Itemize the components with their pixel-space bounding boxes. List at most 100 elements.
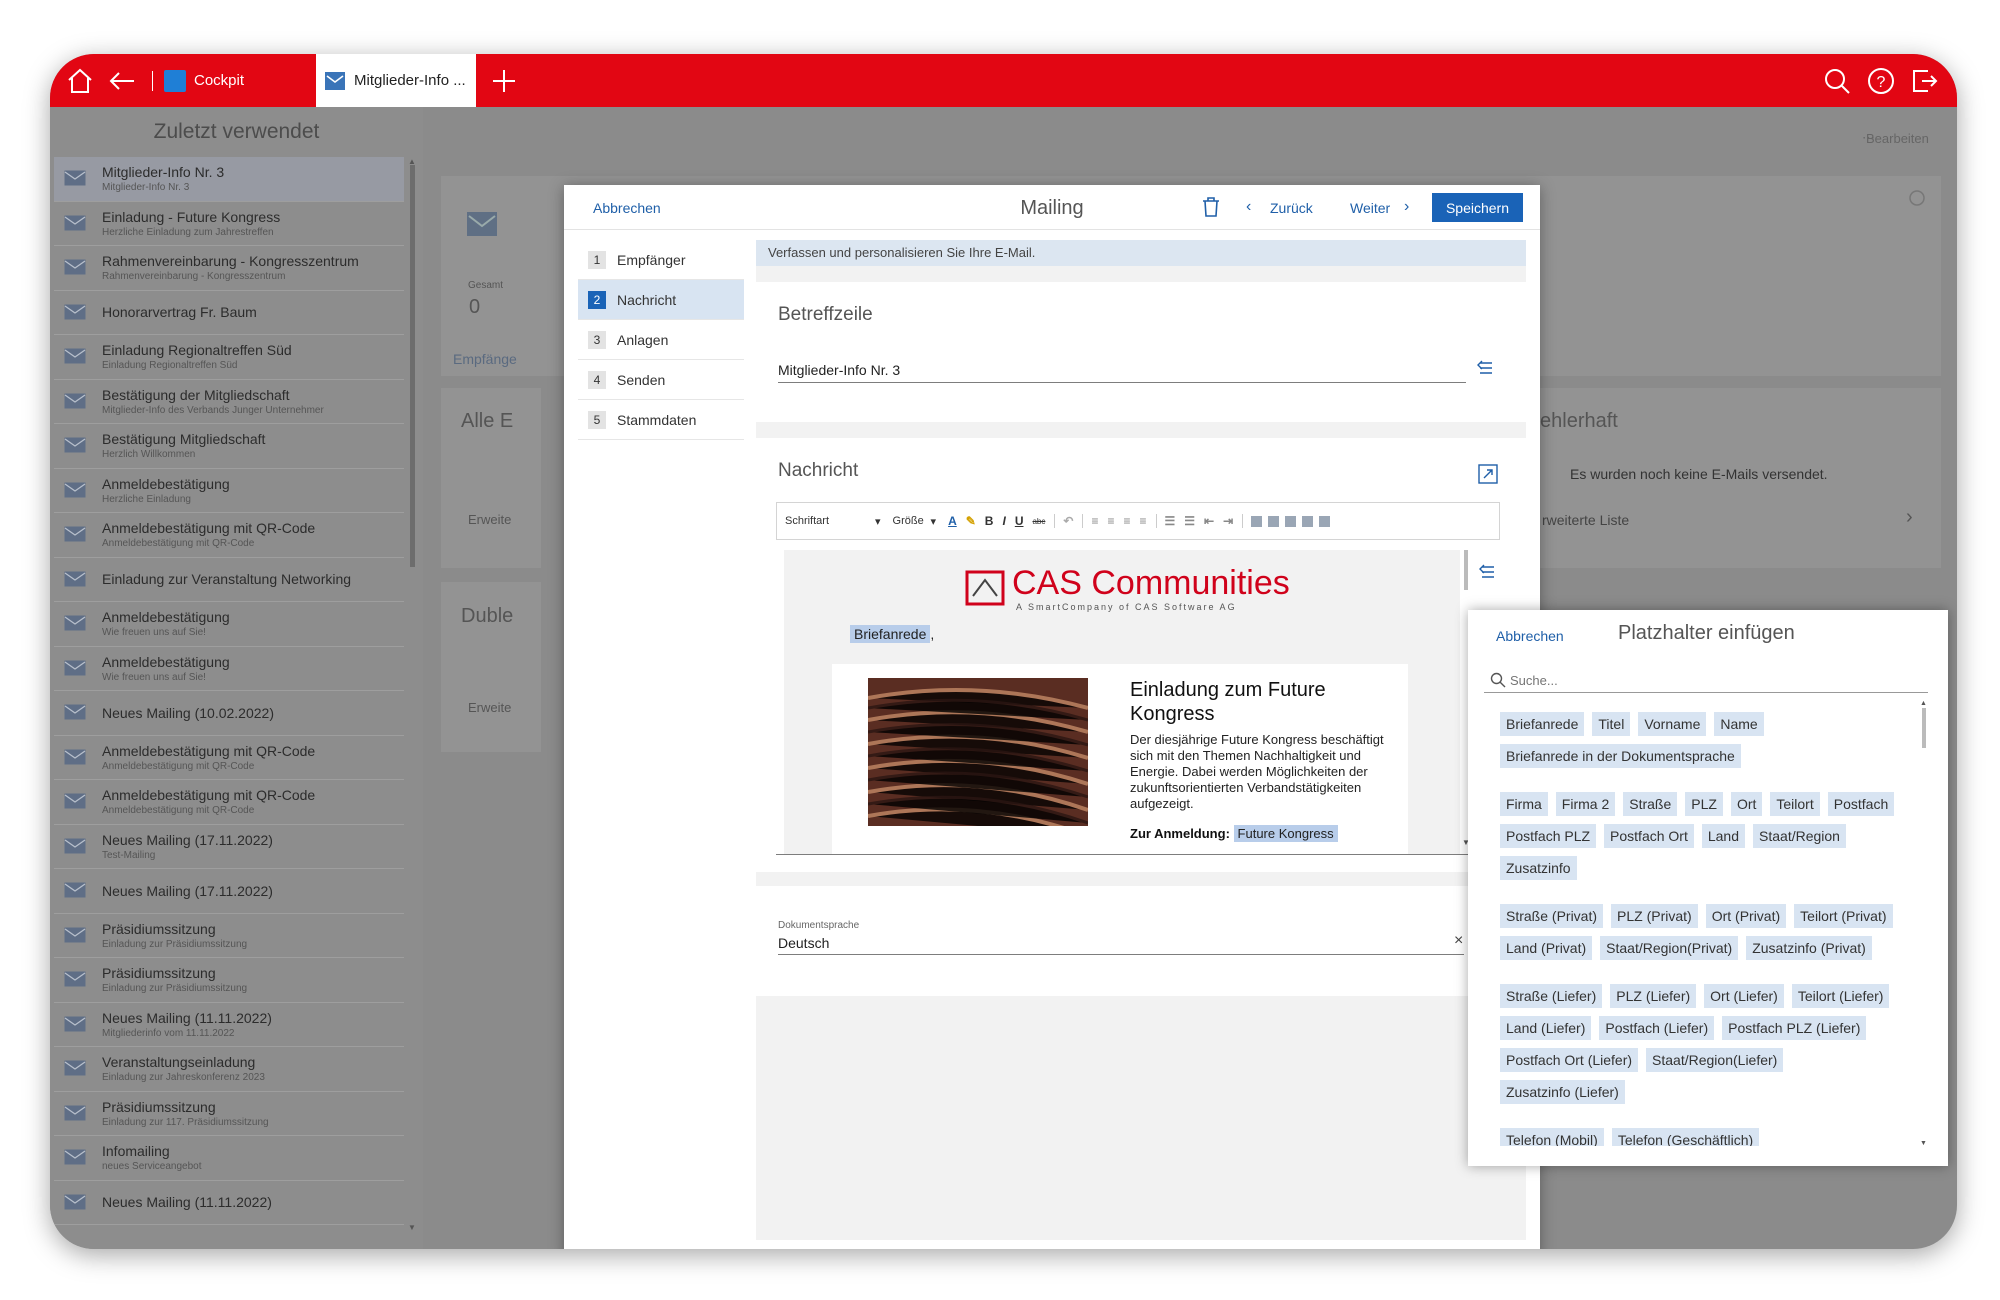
placeholder-chip[interactable]: Ort (Liefer) <box>1704 984 1784 1008</box>
recent-list-item[interactable]: Anmeldebestätigung mit QR-Code Anmeldebes… <box>54 513 404 558</box>
recent-list-item[interactable]: Neues Mailing (11.11.2022) Mitgliederinfo… <box>54 1003 404 1047</box>
background-card-link[interactable]: Erweite <box>468 512 511 527</box>
recent-list-item[interactable]: Anmeldebestätigung mit QR-Code Anmeldebes… <box>54 736 404 780</box>
logout-icon[interactable] <box>1910 67 1938 95</box>
recent-list-item[interactable]: Neues Mailing (17.11.2022) <box>54 869 404 914</box>
link-icon[interactable] <box>1251 515 1263 527</box>
placeholder-chip[interactable]: Postfach PLZ <box>1500 824 1597 848</box>
step-2[interactable]: 2 Nachricht <box>578 280 744 320</box>
recent-list-item[interactable]: Bestätigung Mitgliedschaft Herzlich Willk… <box>54 424 404 469</box>
insert-placeholder-icon[interactable] <box>1476 360 1494 376</box>
placeholder-chip[interactable]: Staat/Region <box>1753 824 1846 848</box>
indent-icon[interactable]: ⇥ <box>1223 514 1233 528</box>
recent-list-item[interactable]: Präsidiumssitzung Einladung zur Präsidium… <box>54 958 404 1003</box>
placeholder-chip[interactable]: Postfach Ort <box>1604 824 1694 848</box>
placeholder-chip[interactable]: Teilort (Liefer) <box>1791 984 1890 1008</box>
insert-placeholder-icon[interactable] <box>1478 564 1496 580</box>
size-select[interactable]: Größe <box>893 515 931 527</box>
align-center-icon[interactable]: ≡ <box>1107 514 1114 528</box>
placeholder-chip[interactable]: Vorname <box>1638 712 1707 736</box>
bold-icon[interactable]: B <box>985 514 994 528</box>
edit-label[interactable]: Bearbeiten <box>1866 131 1929 146</box>
placeholder-chip[interactable]: Postfach <box>1827 792 1895 816</box>
clear-icon[interactable]: × <box>1454 932 1463 950</box>
font-select[interactable]: Schriftart <box>785 515 875 527</box>
recent-list-item[interactable]: Mitglieder-Info Nr. 3 Mitglieder-Info Nr.… <box>54 157 404 202</box>
step-1[interactable]: 1 Empfänger <box>578 240 744 280</box>
popup-scrollbar[interactable] <box>1922 708 1926 748</box>
subject-input[interactable]: Mitglieder-Info Nr. 3 <box>778 362 900 378</box>
editor-scrollbar[interactable] <box>1464 550 1468 590</box>
placeholder-chip[interactable]: Ort <box>1730 792 1763 816</box>
placeholder-chip[interactable]: Straße (Liefer) <box>1500 984 1603 1008</box>
chevron-down-icon[interactable]: ▾ <box>931 515 937 528</box>
trash-icon[interactable] <box>1202 197 1220 217</box>
placeholder-chip[interactable]: Postfach Ort (Liefer) <box>1500 1048 1639 1072</box>
scrollbar[interactable] <box>410 165 415 567</box>
tab-cockpit[interactable]: Cockpit <box>160 54 310 107</box>
placeholder-chip[interactable]: Postfach PLZ (Liefer) <box>1722 1016 1867 1040</box>
placeholder-chip[interactable]: PLZ <box>1685 792 1723 816</box>
scroll-up-icon[interactable]: ▲ <box>1920 700 1927 707</box>
recent-list-item[interactable]: Bestätigung der Mitgliedschaft Mitglieder… <box>54 380 404 424</box>
recent-list-item[interactable]: Neues Mailing (11.11.2022) <box>54 1181 404 1225</box>
placeholder-chip[interactable]: PLZ (Liefer) <box>1610 984 1697 1008</box>
bullet-list-icon[interactable]: ☰ <box>1184 514 1195 528</box>
recent-list-item[interactable]: Neues Mailing (10.02.2022) <box>54 691 404 736</box>
placeholder-chip[interactable]: Teilort <box>1770 792 1820 816</box>
table-icon[interactable] <box>1285 515 1297 527</box>
scroll-down-icon[interactable]: ▼ <box>408 1223 416 1232</box>
placeholder-chip[interactable]: Firma 2 <box>1555 792 1616 816</box>
popup-cancel-button[interactable]: Abbrechen <box>1496 628 1564 644</box>
chevron-right-icon[interactable]: › <box>1404 198 1409 216</box>
registration-link[interactable]: Future Kongress <box>1233 825 1338 842</box>
recent-list-item[interactable]: Veranstaltungseinladung Einladung zur Jah… <box>54 1047 404 1092</box>
strikethrough-icon[interactable]: abc <box>1032 517 1045 526</box>
placeholder-chip[interactable]: Titel <box>1592 712 1631 736</box>
search-icon[interactable] <box>1823 67 1851 95</box>
numbered-list-icon[interactable]: ☰ <box>1165 514 1176 528</box>
scroll-up-icon[interactable]: ▲ <box>408 157 416 166</box>
background-tab[interactable]: Empfänge <box>453 351 517 367</box>
recent-list-item[interactable]: Einladung Regionaltreffen Süd Einladung R… <box>54 335 404 380</box>
help-icon[interactable]: ? <box>1867 67 1895 95</box>
step-5[interactable]: 5 Stammdaten <box>578 400 744 440</box>
placeholder-chip[interactable]: Straße <box>1623 792 1678 816</box>
placeholder-chip[interactable]: Briefanrede <box>1500 712 1585 736</box>
save-button[interactable]: Speichern <box>1432 193 1523 222</box>
placeholder-chip[interactable]: Straße (Privat) <box>1500 904 1604 928</box>
home-icon[interactable] <box>66 67 94 95</box>
recent-list-item[interactable]: Neues Mailing (17.11.2022) Test-Mailing <box>54 825 404 869</box>
image-icon[interactable] <box>1268 515 1280 527</box>
recent-list-item[interactable]: Infomailing neues Serviceangebot <box>54 1136 404 1181</box>
undo-icon[interactable]: ↶ <box>1063 514 1073 528</box>
placeholder-search-input[interactable] <box>1510 669 1910 691</box>
message-editor[interactable]: CAS Communities A SmartCompany of CAS So… <box>784 550 1460 854</box>
placeholder-chip[interactable]: Staat/Region(Liefer) <box>1646 1048 1784 1072</box>
step-3[interactable]: 3 Anlagen <box>578 320 744 360</box>
placeholder-chip[interactable]: Firma <box>1500 792 1548 816</box>
chevron-right-icon[interactable]: › <box>1906 506 1913 529</box>
line-icon[interactable] <box>1302 515 1314 527</box>
back-arrow-icon[interactable] <box>108 67 136 95</box>
recent-list-item[interactable]: Rahmenvereinbarung - Kongresszentrum Rahm… <box>54 246 404 291</box>
salutation-placeholder[interactable]: Briefanrede <box>850 625 931 643</box>
add-tab-icon[interactable] <box>490 67 518 95</box>
placeholder-chip[interactable]: Staat/Region(Privat) <box>1600 936 1739 960</box>
placeholder-chip[interactable]: Name <box>1714 712 1764 736</box>
placeholder-chip[interactable]: Briefanrede in der Dokumentsprache <box>1500 744 1741 768</box>
placeholder-chip[interactable]: Land (Liefer) <box>1500 1016 1592 1040</box>
expand-icon[interactable] <box>1478 464 1498 484</box>
next-button[interactable]: Weiter <box>1350 200 1390 216</box>
chevron-down-icon[interactable]: ▾ <box>875 515 881 528</box>
recent-list-item[interactable]: Präsidiumssitzung Einladung zur 117. Präs… <box>54 1092 404 1136</box>
highlight-icon[interactable]: ✎ <box>966 514 976 528</box>
recent-list-item[interactable]: Einladung - Future Kongress Herzliche Ein… <box>54 202 404 246</box>
placeholder-chip[interactable]: Ort (Privat) <box>1705 904 1787 928</box>
extended-list-link[interactable]: rweiterte Liste <box>1542 512 1629 528</box>
background-card-link[interactable]: Erweite <box>468 700 511 715</box>
source-icon[interactable] <box>1319 515 1331 527</box>
underline-icon[interactable]: U <box>1015 514 1024 528</box>
align-left-icon[interactable]: ≡ <box>1091 514 1098 528</box>
align-justify-icon[interactable]: ≡ <box>1140 514 1147 528</box>
